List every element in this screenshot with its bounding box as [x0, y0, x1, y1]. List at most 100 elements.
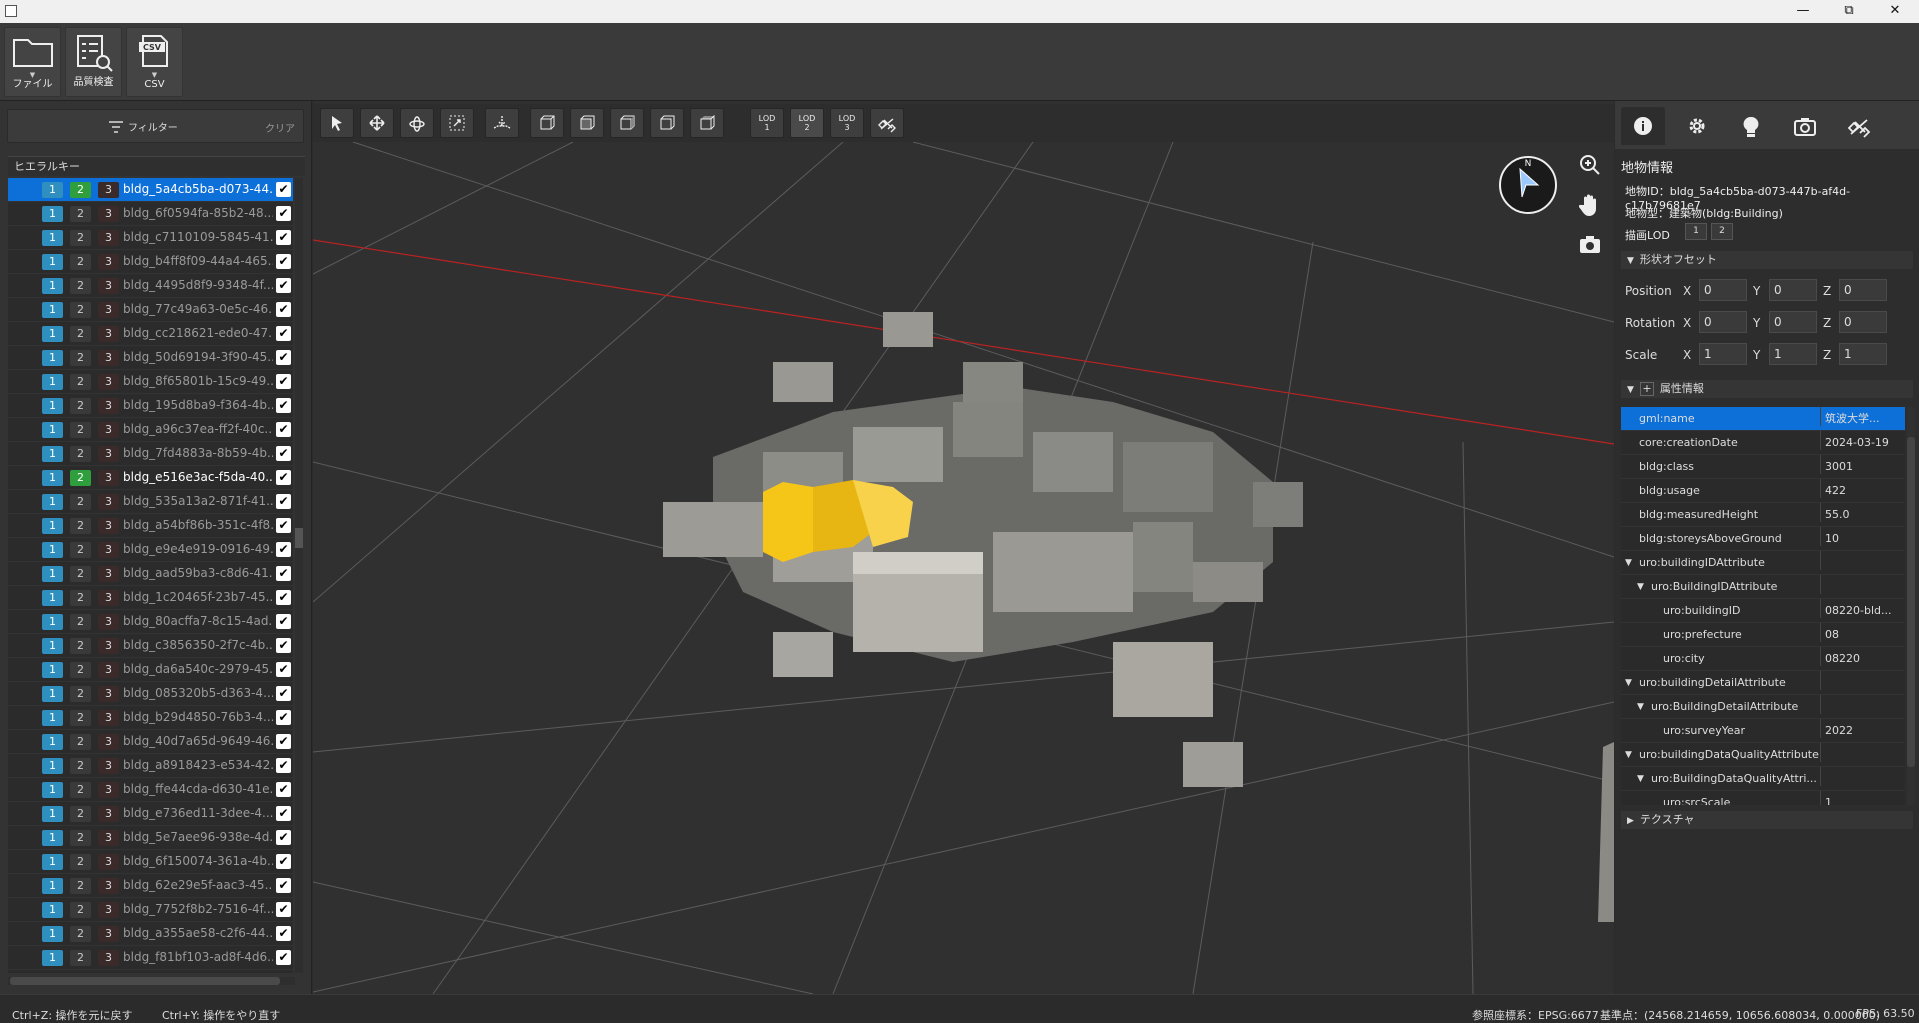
lod3-badge[interactable]: 3 [98, 398, 119, 414]
visibility-checkbox[interactable]: ✔ [276, 590, 291, 605]
expand-triangle-icon[interactable]: ▼ [1637, 580, 1644, 594]
hierarchy-row[interactable]: 1 2 3 bldg_c7110109-5845-41... ✔ [8, 226, 293, 250]
attribute-value[interactable]: 10 [1820, 527, 1902, 546]
file-button[interactable]: ▼ ファイル [4, 27, 61, 97]
lod1-badge[interactable]: 1 [42, 830, 63, 846]
lod3-badge[interactable]: 3 [98, 902, 119, 918]
rotation-y-input[interactable]: 0 [1769, 311, 1817, 333]
lod1-badge[interactable]: 1 [42, 710, 63, 726]
attribute-row[interactable]: bldg:measuredHeight 55.0 [1621, 503, 1905, 527]
lod1-badge[interactable]: 1 [42, 806, 63, 822]
attribute-value[interactable]: 筑波大学... [1820, 407, 1902, 426]
scale-x-input[interactable]: 1 [1699, 343, 1747, 365]
hierarchy-row[interactable]: 1 2 3 bldg_7fd4883a-8b59-4b... ✔ [8, 442, 293, 466]
lod1-badge[interactable]: 1 [42, 398, 63, 414]
lod3-badge[interactable]: 3 [98, 302, 119, 318]
lod3-badge[interactable]: 3 [98, 710, 119, 726]
attribute-row[interactable]: bldg:usage 422 [1621, 479, 1905, 503]
lod1-badge[interactable]: 1 [42, 614, 63, 630]
visibility-checkbox[interactable]: ✔ [276, 326, 291, 341]
hierarchy-row[interactable]: 1 2 3 bldg_b29d4850-76b3-4... ✔ [8, 706, 293, 730]
visibility-checkbox[interactable]: ✔ [276, 206, 291, 221]
lod1-badge[interactable]: 1 [42, 662, 63, 678]
attribute-value[interactable]: 2022 [1820, 719, 1902, 738]
hierarchy-row[interactable]: 1 2 3 bldg_50d69194-3f90-45... ✔ [8, 346, 293, 370]
lod1-badge[interactable]: 1 [42, 446, 63, 462]
hierarchy-row[interactable]: 1 2 3 bldg_7752f8b2-7516-4f... ✔ [8, 898, 293, 922]
lod1-badge[interactable]: 1 [42, 950, 63, 966]
tab-satellite[interactable] [1837, 107, 1881, 145]
attribute-value[interactable]: 422 [1820, 479, 1902, 498]
hierarchy-row[interactable]: 1 2 3 bldg_aad59ba3-c8d6-41... ✔ [8, 562, 293, 586]
attribute-value[interactable] [1820, 671, 1902, 690]
hierarchy-row[interactable]: 1 2 3 bldg_4495d8f9-9348-4f... ✔ [8, 274, 293, 298]
satellite-button[interactable] [870, 108, 904, 138]
zoom-in-button[interactable] [1574, 153, 1606, 185]
attribute-value[interactable]: 08220-bld... [1820, 599, 1902, 618]
lod3-badge[interactable]: 3 [98, 854, 119, 870]
view-top-button[interactable] [690, 108, 724, 138]
lod2-badge[interactable]: 2 [70, 662, 91, 678]
lod2-badge[interactable]: 2 [70, 446, 91, 462]
attribute-row[interactable]: ▼ uro:BuildingDataQualityAttri... [1621, 767, 1905, 791]
lod2-badge[interactable]: 2 [70, 302, 91, 318]
hierarchy-horizontal-scrollbar[interactable] [8, 977, 295, 985]
scale-y-input[interactable]: 1 [1769, 343, 1817, 365]
visibility-checkbox[interactable]: ✔ [276, 566, 291, 581]
minimize-button[interactable]: — [1780, 0, 1826, 23]
lod3-badge[interactable]: 3 [98, 230, 119, 246]
add-attribute-button[interactable]: + [1639, 382, 1654, 396]
hierarchy-row[interactable]: 1 2 3 bldg_77c49a63-0e5c-46... ✔ [8, 298, 293, 322]
lod1-badge[interactable]: 1 [42, 326, 63, 342]
attribute-row[interactable]: ▼ uro:BuildingIDAttribute [1621, 575, 1905, 599]
lod3-badge[interactable]: 3 [98, 566, 119, 582]
position-z-input[interactable]: 0 [1839, 279, 1887, 301]
hierarchy-row[interactable]: 1 2 3 bldg_535a13a2-871f-41... ✔ [8, 490, 293, 514]
attribute-value[interactable] [1820, 743, 1902, 762]
lod1-badge[interactable]: 1 [42, 734, 63, 750]
lod3-badge[interactable]: 3 [98, 662, 119, 678]
compass-icon[interactable]: N [1498, 155, 1558, 215]
lod1-badge[interactable]: 1 [42, 566, 63, 582]
lod1-badge[interactable]: 1 [42, 230, 63, 246]
lod3-badge[interactable]: 3 [98, 206, 119, 222]
attribute-row[interactable]: uro:buildingID 08220-bld... [1621, 599, 1905, 623]
visibility-checkbox[interactable]: ✔ [276, 494, 291, 509]
lod2-badge[interactable]: 2 [70, 806, 91, 822]
visibility-checkbox[interactable]: ✔ [276, 278, 291, 293]
attribute-value[interactable]: 1 [1820, 791, 1902, 805]
hierarchy-row[interactable]: 1 2 3 bldg_8f65801b-15c9-49... ✔ [8, 370, 293, 394]
visibility-checkbox[interactable]: ✔ [276, 350, 291, 365]
lod2-badge[interactable]: 2 [70, 254, 91, 270]
hierarchy-row[interactable]: 1 2 3 bldg_6f0594fa-85b2-48... ✔ [8, 202, 293, 226]
3d-viewport[interactable]: LOD 1 LOD 2 LOD 3 N [313, 101, 1614, 994]
lod1-badge[interactable]: 1 [42, 470, 63, 486]
view-front-button[interactable] [570, 108, 604, 138]
hierarchy-row[interactable]: 1 2 3 bldg_1c20465f-23b7-45... ✔ [8, 586, 293, 610]
lod3-badge[interactable]: 3 [98, 686, 119, 702]
hierarchy-row[interactable]: 1 2 3 bldg_da6a540c-2979-45... ✔ [8, 658, 293, 682]
visibility-checkbox[interactable]: ✔ [276, 662, 291, 677]
lod3-badge[interactable]: 3 [98, 614, 119, 630]
visibility-checkbox[interactable]: ✔ [276, 614, 291, 629]
lod2-badge[interactable]: 2 [70, 878, 91, 894]
attribute-row[interactable]: uro:city 08220 [1621, 647, 1905, 671]
lod2-badge[interactable]: 2 [70, 638, 91, 654]
view-iso-button[interactable] [530, 108, 564, 138]
hierarchy-row[interactable]: 1 2 3 bldg_5a4cb5ba-d073-44... ✔ [8, 178, 293, 202]
expand-triangle-icon[interactable]: ▼ [1625, 748, 1632, 762]
attribute-row[interactable]: uro:prefecture 08 [1621, 623, 1905, 647]
lod2-badge[interactable]: 2 [70, 590, 91, 606]
lod3-badge[interactable]: 3 [98, 830, 119, 846]
select-tool-button[interactable] [320, 108, 354, 138]
attribute-value[interactable]: 2024-03-19 [1820, 431, 1902, 450]
lod3-badge[interactable]: 3 [98, 278, 119, 294]
reset-camera-button[interactable] [1574, 233, 1606, 265]
lod1-badge[interactable]: 1 [42, 206, 63, 222]
attribute-row[interactable]: gml:name 筑波大学... [1621, 407, 1905, 431]
lod1-badge[interactable]: 1 [42, 686, 63, 702]
lod2-badge[interactable]: 2 [70, 326, 91, 342]
pan-button[interactable] [1574, 193, 1606, 225]
lod1-badge[interactable]: 1 [42, 902, 63, 918]
position-x-input[interactable]: 0 [1699, 279, 1747, 301]
